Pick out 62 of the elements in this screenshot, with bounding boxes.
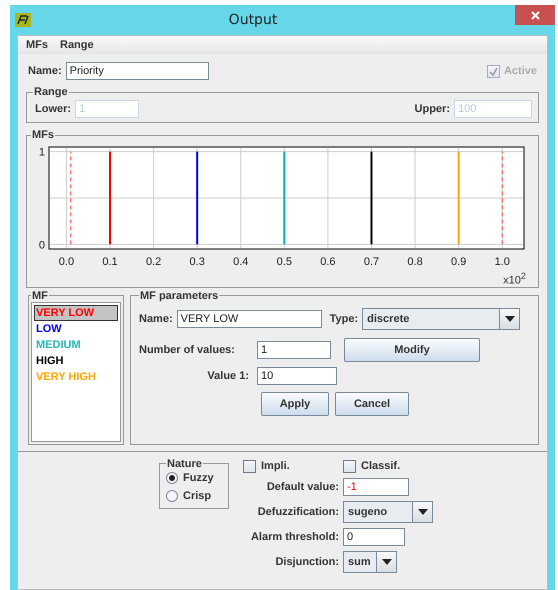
app-logo-icon xyxy=(15,13,31,27)
mfs-group-title: MFs xyxy=(31,129,55,141)
name-label: Name: xyxy=(28,65,62,77)
checkbox[interactable] xyxy=(343,460,356,473)
mf-group-title: MF xyxy=(31,290,49,302)
caret-icon xyxy=(504,316,515,322)
number-of-values-field[interactable]: 1 xyxy=(257,340,331,359)
checkbox-label: Classif. xyxy=(361,460,400,472)
field-label: Disjunction: xyxy=(275,556,339,568)
x-tick-label: 0.3 xyxy=(190,256,205,268)
lower-label: Lower: xyxy=(35,103,72,115)
mf-list-item[interactable]: LOW xyxy=(34,320,118,337)
x-tick-label: 0.8 xyxy=(407,256,423,268)
radio-label: Fuzzy xyxy=(183,472,214,484)
field-label: Defuzzification: xyxy=(258,506,339,518)
type-label: Type: xyxy=(330,312,358,325)
upper-label: Upper: xyxy=(414,103,450,115)
menu-item[interactable]: MFs xyxy=(26,39,48,51)
x-tick-label: 0.2 xyxy=(146,256,162,268)
x-tick-label: 0.4 xyxy=(233,256,248,268)
x-tick-label: 0.9 xyxy=(450,256,466,268)
value-field[interactable]: -1 xyxy=(343,478,409,496)
nature-group-title: Nature xyxy=(166,458,203,470)
range-group-title: Range xyxy=(33,86,69,98)
dropdown[interactable]: sum xyxy=(343,550,397,573)
y-tick-label: 1 xyxy=(38,146,45,159)
x-tick-label: 0.7 xyxy=(364,256,380,268)
close-button[interactable] xyxy=(515,5,555,25)
mf-list-item[interactable]: HIGH xyxy=(34,352,118,369)
dialog-button[interactable]: Apply xyxy=(261,392,329,416)
x-tick-label: 0.5 xyxy=(276,256,292,268)
x-tick-label: 1.0 xyxy=(494,256,510,268)
active-label: Active xyxy=(504,65,537,77)
type-select[interactable]: discrete xyxy=(362,308,520,330)
mf-parameters-title: MF parameters xyxy=(139,290,220,302)
x-tick-label: 0.1 xyxy=(102,256,118,268)
close-icon xyxy=(530,10,540,20)
checkbox[interactable] xyxy=(243,460,256,473)
dialog-button[interactable]: Cancel xyxy=(335,392,409,416)
mf-name-field[interactable]: VERY LOW xyxy=(176,310,322,328)
radio-button[interactable] xyxy=(166,472,178,484)
radio-button[interactable] xyxy=(166,490,178,502)
x-tick-label: 0.0 xyxy=(58,256,74,268)
value-label: Value 1: xyxy=(206,370,249,382)
field-label: Alarm threshold: xyxy=(250,530,339,543)
mf-name-label: Name: xyxy=(139,312,173,325)
caret-icon xyxy=(382,558,392,565)
checkbox-label: Impli. xyxy=(261,460,290,472)
value-field[interactable]: 10 xyxy=(257,366,337,385)
x-tick-label: 0.6 xyxy=(320,256,336,268)
dropdown[interactable]: sugeno xyxy=(343,500,433,523)
window-title: Output xyxy=(228,12,278,28)
name-field[interactable]: Priority xyxy=(66,62,209,80)
menu-item[interactable]: Range xyxy=(60,39,94,51)
caret-icon xyxy=(418,508,428,515)
radio-label: Crisp xyxy=(183,490,212,502)
value-field[interactable]: 0 xyxy=(343,528,405,546)
y-tick-label: 0 xyxy=(38,239,45,252)
field-label: Default value: xyxy=(266,480,339,493)
modify-button[interactable]: Modify xyxy=(344,338,480,362)
axis-multiplier: x10$^{2}$ xyxy=(503,271,526,287)
number-of-values-label: Number of values: xyxy=(139,344,236,356)
